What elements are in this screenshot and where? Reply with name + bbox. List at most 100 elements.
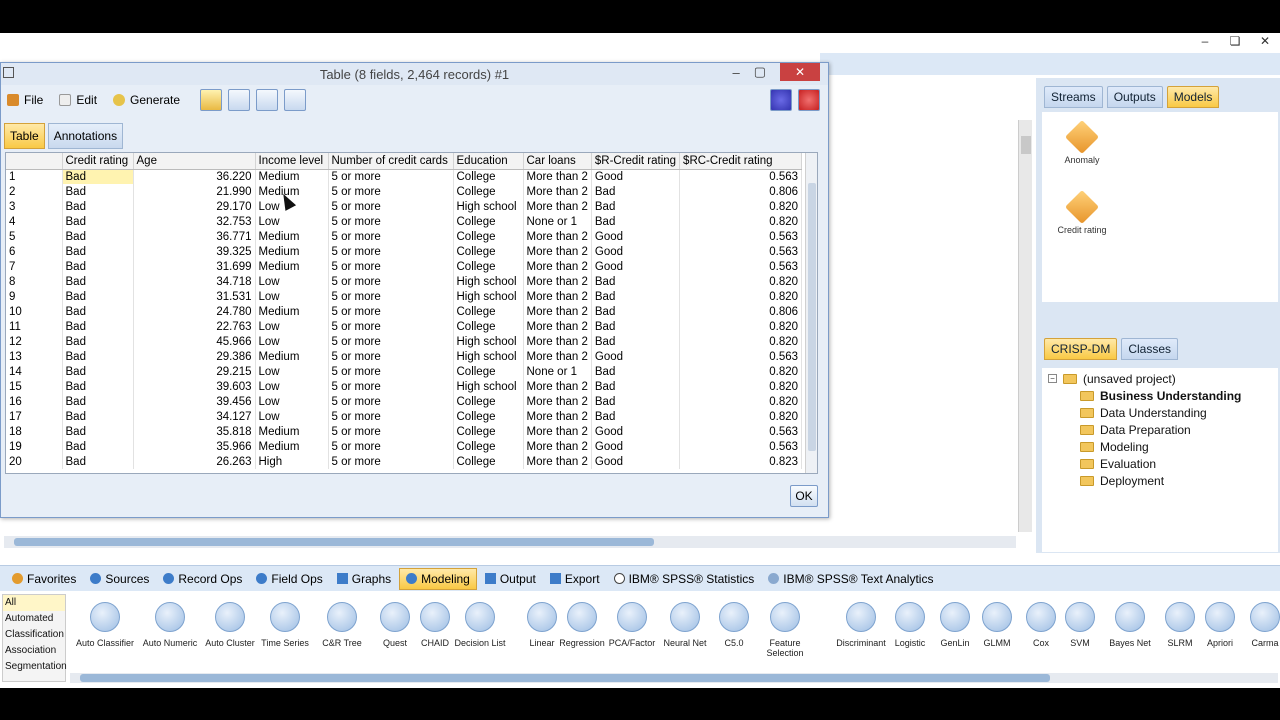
table-cell[interactable]: Good <box>591 439 681 454</box>
table-cell[interactable]: Bad <box>591 214 681 229</box>
help-icon[interactable] <box>770 89 792 111</box>
row-number[interactable]: 3 <box>6 199 63 214</box>
palette-tab-graphs[interactable]: Graphs <box>331 568 397 590</box>
table-cell[interactable]: More than 2 <box>523 424 592 439</box>
graph-icon[interactable] <box>256 89 279 111</box>
table-cell[interactable]: Good <box>591 169 681 184</box>
table-cell[interactable]: College <box>453 439 524 454</box>
table-cell[interactable]: 0.820 <box>679 379 803 394</box>
row-number[interactable]: 13 <box>6 349 63 364</box>
table-cell[interactable]: Bad <box>591 409 681 424</box>
table-row[interactable]: 13 Bad 29.386 Medium 5 or more High school Mor… <box>6 349 803 364</box>
table-cell[interactable]: Bad <box>591 394 681 409</box>
table-cell[interactable]: Bad <box>591 184 681 199</box>
table-cell[interactable]: 36.771 <box>133 229 256 244</box>
table-cell[interactable]: College <box>453 214 524 229</box>
table-cell[interactable]: 32.753 <box>133 214 256 229</box>
table-cell[interactable]: Bad <box>62 439 134 454</box>
table-cell[interactable]: 5 or more <box>328 439 454 454</box>
table-cell[interactable]: Good <box>591 424 681 439</box>
table-row[interactable]: 1 Bad 36.220 Medium 5 or more College More tha… <box>6 169 803 184</box>
table-cell[interactable]: None or 1 <box>523 364 592 379</box>
table-cell[interactable]: Bad <box>62 334 134 349</box>
table-cell[interactable]: More than 2 <box>523 274 592 289</box>
table-row[interactable]: 20 Bad 26.263 High 5 or more College More than… <box>6 454 803 469</box>
palette-tab-spss-statistics[interactable]: IBM® SPSS® Statistics <box>608 568 761 590</box>
table-cell[interactable]: 0.806 <box>679 304 803 319</box>
table-cell[interactable]: 5 or more <box>328 424 454 439</box>
table-cell[interactable]: 0.563 <box>679 424 803 439</box>
row-number[interactable]: 15 <box>6 379 63 394</box>
table-cell[interactable]: College <box>453 319 524 334</box>
table-cell[interactable]: 5 or more <box>328 214 454 229</box>
table-cell[interactable]: 29.215 <box>133 364 256 379</box>
row-number[interactable]: 14 <box>6 364 63 379</box>
table-cell[interactable]: 0.820 <box>679 319 803 334</box>
table-cell[interactable]: Medium <box>255 304 329 319</box>
tab-classes[interactable]: Classes <box>1121 338 1179 360</box>
table-cell[interactable]: Bad <box>62 454 134 469</box>
scroll-thumb[interactable] <box>80 674 1050 682</box>
table-row[interactable]: 5 Bad 36.771 Medium 5 or more College More tha… <box>6 229 803 244</box>
table-cell[interactable]: Bad <box>591 304 681 319</box>
table-cell[interactable]: Low <box>255 319 329 334</box>
table-cell[interactable]: More than 2 <box>523 184 592 199</box>
table-cell[interactable]: Low <box>255 364 329 379</box>
table-cell[interactable]: Bad <box>591 334 681 349</box>
row-number[interactable]: 4 <box>6 214 63 229</box>
table-cell[interactable]: Low <box>255 289 329 304</box>
table-cell[interactable]: 35.818 <box>133 424 256 439</box>
table-cell[interactable]: More than 2 <box>523 349 592 364</box>
table-cell[interactable]: More than 2 <box>523 289 592 304</box>
table-cell[interactable]: More than 2 <box>523 394 592 409</box>
column-header[interactable]: $R-Credit rating <box>591 153 681 170</box>
tree-item-data-preparation[interactable]: Data Preparation <box>1042 421 1278 438</box>
table-cell[interactable]: Bad <box>62 244 134 259</box>
table-cell[interactable]: College <box>453 184 524 199</box>
table-cell[interactable]: 45.966 <box>133 334 256 349</box>
table-cell[interactable]: 35.966 <box>133 439 256 454</box>
table-row[interactable]: 18 Bad 35.818 Medium 5 or more College More th… <box>6 424 803 439</box>
table-cell[interactable]: 0.563 <box>679 229 803 244</box>
table-cell[interactable]: High school <box>453 199 524 214</box>
table-cell[interactable]: 31.531 <box>133 289 256 304</box>
palette-tab-record-ops[interactable]: Record Ops <box>157 568 248 590</box>
table-cell[interactable]: 5 or more <box>328 304 454 319</box>
tab-annotations[interactable]: Annotations <box>47 123 124 149</box>
table-cell[interactable]: More than 2 <box>523 439 592 454</box>
scroll-thumb[interactable] <box>808 183 816 451</box>
table-cell[interactable]: High school <box>453 349 524 364</box>
table-cell[interactable]: 0.563 <box>679 349 803 364</box>
table-row[interactable]: 9 Bad 31.531 Low 5 or more High school More th… <box>6 289 803 304</box>
table-cell[interactable]: Bad <box>62 319 134 334</box>
row-number[interactable]: 11 <box>6 319 63 334</box>
close-dialog-icon[interactable] <box>798 89 820 111</box>
table-cell[interactable]: 5 or more <box>328 334 454 349</box>
dialog-title-bar[interactable]: Table (8 fields, 2,464 records) #1 – ▢ ✕ <box>1 63 828 85</box>
table-cell[interactable]: Bad <box>62 214 134 229</box>
table-cell[interactable]: Bad <box>591 289 681 304</box>
tab-crisp-dm[interactable]: CRISP-DM <box>1044 338 1118 360</box>
table-cell[interactable]: 5 or more <box>328 274 454 289</box>
table-cell[interactable]: 0.806 <box>679 184 803 199</box>
palette-tab-favorites[interactable]: Favorites <box>6 568 82 590</box>
category-segmentation[interactable]: Segmentation <box>3 659 67 675</box>
row-number[interactable]: 9 <box>6 289 63 304</box>
table-cell[interactable]: College <box>453 454 524 469</box>
table-cell[interactable]: 0.820 <box>679 409 803 424</box>
row-number[interactable]: 16 <box>6 394 63 409</box>
table-cell[interactable]: Low <box>255 334 329 349</box>
column-header[interactable]: $RC-Credit rating <box>679 153 803 170</box>
table-row[interactable]: 16 Bad 39.456 Low 5 or more College More than … <box>6 394 803 409</box>
table-vertical-scrollbar[interactable] <box>805 153 817 473</box>
table-cell[interactable]: 0.820 <box>679 199 803 214</box>
table-row[interactable]: 17 Bad 34.127 Low 5 or more College More than … <box>6 409 803 424</box>
tree-item-deployment[interactable]: Deployment <box>1042 472 1278 489</box>
table-cell[interactable]: More than 2 <box>523 169 592 184</box>
table-cell[interactable]: 26.263 <box>133 454 256 469</box>
column-header[interactable]: Credit rating <box>62 153 134 170</box>
category-all[interactable]: All <box>3 595 65 611</box>
category-association[interactable]: Association <box>3 643 65 659</box>
table-cell[interactable]: More than 2 <box>523 304 592 319</box>
table-cell[interactable]: Bad <box>62 199 134 214</box>
